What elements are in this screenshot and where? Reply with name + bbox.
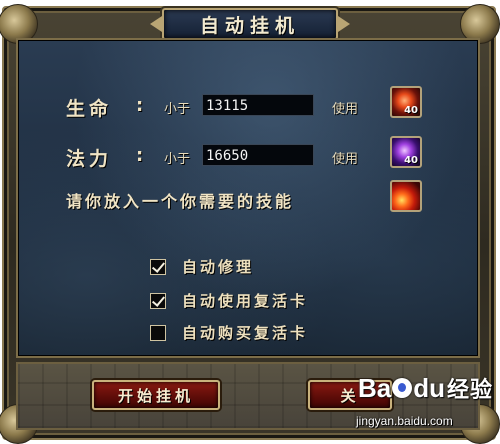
baidu-jingyan-watermark: Ba du 经验	[358, 372, 493, 404]
baidu-logo-left: Ba	[358, 372, 392, 403]
baidu-logo: Ba du	[358, 373, 445, 404]
hp-threshold-input[interactable]: 13115	[202, 94, 314, 116]
option-auto-buy-revive-card[interactable]: 自动购买复活卡	[150, 322, 308, 343]
option-auto-use-revive-card[interactable]: 自动使用复活卡	[150, 290, 308, 311]
auto-buy-revive-label: 自动购买复活卡	[182, 324, 309, 342]
auto-use-revive-checkbox[interactable]	[150, 292, 166, 309]
start-auto-battle-button[interactable]: 开始挂机	[92, 380, 220, 410]
hp-use-label: 使用	[332, 102, 359, 117]
auto-repair-checkbox[interactable]	[150, 258, 166, 275]
baidu-logo-right: du	[413, 372, 446, 403]
hp-label: 生命	[66, 98, 113, 120]
hp-potion-count: 40	[404, 105, 418, 116]
settings-panel: 生命 : 小于 13115 使用 40 法力 : 小于 16650 使用 40 …	[16, 38, 480, 358]
mp-condition-label: 小于	[164, 152, 191, 167]
hp-colon: :	[136, 95, 144, 116]
mp-threshold-input[interactable]: 16650	[202, 144, 314, 166]
mp-label: 法力	[66, 148, 113, 170]
hp-potion-slot[interactable]: 40	[390, 86, 422, 118]
option-auto-repair[interactable]: 自动修理	[150, 256, 254, 277]
auto-buy-revive-checkbox[interactable]	[150, 324, 166, 341]
mp-potion-count: 40	[404, 155, 418, 166]
skill-slot[interactable]	[390, 180, 422, 212]
mp-colon: :	[136, 145, 144, 166]
watermark-url: jingyan.baidu.com	[356, 414, 453, 428]
paw-icon	[392, 378, 413, 398]
auto-use-revive-label: 自动使用复活卡	[182, 292, 309, 310]
hp-condition-label: 小于	[164, 102, 191, 117]
mp-potion-slot[interactable]: 40	[390, 136, 422, 168]
dialog-title: 自动挂机	[199, 14, 300, 37]
dialog-title-plate: 自动挂机	[150, 8, 350, 40]
skill-prompt-label: 请你放入一个你需要的技能	[66, 192, 295, 211]
auto-repair-label: 自动修理	[182, 258, 255, 276]
mp-use-label: 使用	[332, 152, 359, 167]
jingyan-brand-text: 经验	[447, 378, 494, 403]
